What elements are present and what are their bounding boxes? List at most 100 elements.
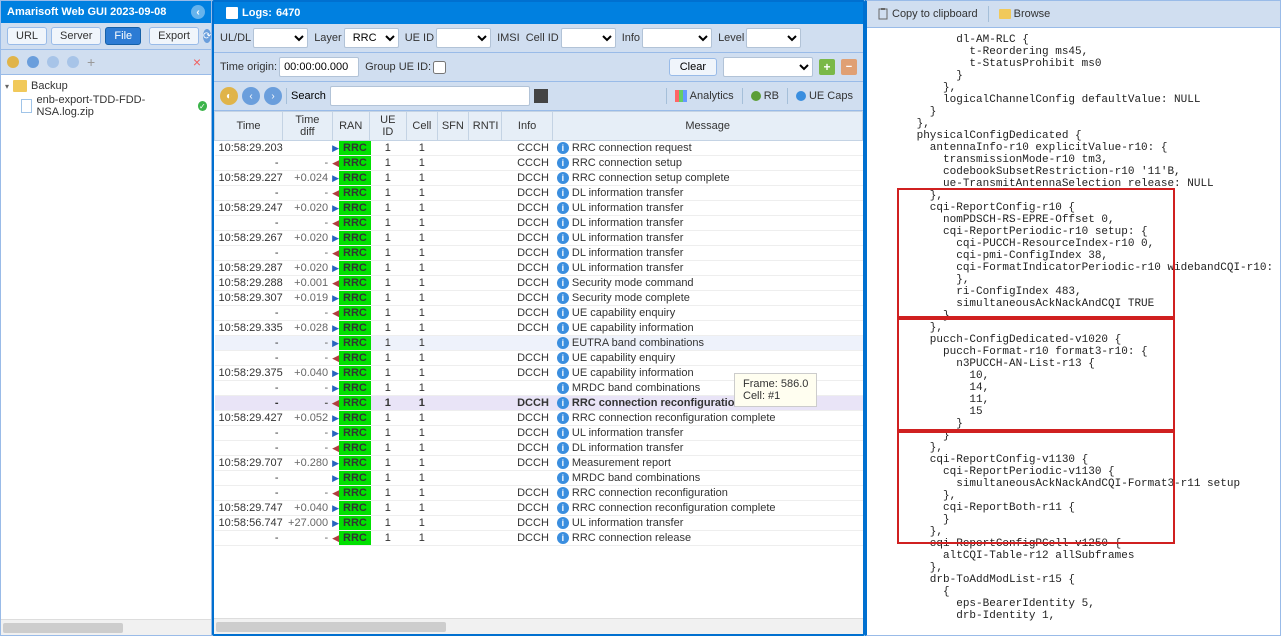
plus-icon[interactable]: + (87, 54, 95, 70)
export-button[interactable]: Export (149, 27, 199, 45)
info-icon[interactable]: i (557, 292, 569, 304)
url-button[interactable]: URL (7, 27, 47, 45)
log-row[interactable]: 10:58:29.203▶RRC11CCCHiRRC connection re… (215, 141, 863, 156)
log-row[interactable]: --◀RRC11CCCHiRRC connection setup (215, 156, 863, 171)
copy-button[interactable]: Copy to clipboard (873, 6, 982, 22)
info-icon[interactable]: i (557, 187, 569, 199)
log-row[interactable]: 10:58:29.335+0.028▶RRC11DCCHiUE capabili… (215, 321, 863, 336)
back-icon[interactable]: ‹ (242, 87, 260, 105)
analytics-button[interactable]: Analytics (671, 88, 738, 104)
log-row[interactable]: --◀RRC11DCCHiUE capability enquiry (215, 351, 863, 366)
filter-level[interactable] (746, 28, 801, 48)
info-icon[interactable]: i (557, 262, 569, 274)
filter-info[interactable] (642, 28, 712, 48)
filter-layer[interactable]: RRC (344, 28, 399, 48)
log-row[interactable]: 10:58:29.288+0.001◀RRC11DCCHiSecurity mo… (215, 276, 863, 291)
column-ue-id[interactable]: UE ID (369, 112, 406, 141)
info-icon[interactable]: i (557, 412, 569, 424)
remove-filter-button[interactable]: − (841, 59, 857, 75)
log-row[interactable]: 10:58:29.427+0.052▶RRC11DCCHiRRC connect… (215, 411, 863, 426)
saved-filter-select[interactable] (723, 57, 813, 77)
column-time-diff[interactable]: Time diff (283, 112, 333, 141)
rb-button[interactable]: RB (747, 88, 783, 104)
info-icon[interactable]: i (557, 352, 569, 364)
add-filter-button[interactable]: + (819, 59, 835, 75)
info-icon[interactable]: i (557, 367, 569, 379)
info-icon[interactable]: i (557, 472, 569, 484)
info-icon[interactable]: i (557, 502, 569, 514)
log-row[interactable]: --◀RRC11DCCHiUE capability enquiry (215, 306, 863, 321)
refresh-icon[interactable]: ⟳ (203, 29, 211, 43)
circle-icon-2[interactable] (47, 56, 59, 68)
info-icon[interactable]: i (557, 232, 569, 244)
info-icon[interactable]: i (557, 337, 569, 349)
left-scrollbar[interactable] (1, 619, 211, 635)
close-icon[interactable]: × (189, 54, 205, 70)
info-icon[interactable]: i (557, 217, 569, 229)
filter-cellid[interactable] (561, 28, 616, 48)
globe-icon[interactable]: ◐ (220, 87, 238, 105)
info-icon[interactable]: i (557, 427, 569, 439)
info-icon[interactable]: i (557, 397, 569, 409)
info-icon[interactable]: i (557, 277, 569, 289)
circle-icon-1[interactable] (27, 56, 39, 68)
tab-logs[interactable]: Logs: 6470 (216, 4, 310, 22)
log-row[interactable]: --▶RRC11iEUTRA band combinations (215, 336, 863, 351)
column-message[interactable]: Message (553, 112, 863, 141)
column-time[interactable]: Time (215, 112, 283, 141)
tree-folder-row[interactable]: ▾ Backup (3, 79, 209, 93)
log-row[interactable]: 10:58:29.267+0.020▶RRC11DCCHiUL informat… (215, 231, 863, 246)
info-icon[interactable]: i (557, 517, 569, 529)
info-icon[interactable]: i (557, 172, 569, 184)
cloud-icon[interactable] (7, 56, 19, 68)
info-icon[interactable]: i (557, 247, 569, 259)
info-icon[interactable]: i (557, 307, 569, 319)
server-button[interactable]: Server (51, 27, 101, 45)
log-row[interactable]: --◀RRC11DCCHiRRC connection reconfigurat… (215, 486, 863, 501)
info-icon[interactable]: i (557, 382, 569, 394)
column-info[interactable]: Info (501, 112, 553, 141)
collapse-left-icon[interactable]: ‹ (191, 5, 205, 19)
time-origin-input[interactable] (279, 57, 359, 77)
info-icon[interactable]: i (557, 442, 569, 454)
log-row[interactable]: 10:58:29.747+0.040▶RRC11DCCHiRRC connect… (215, 501, 863, 516)
info-icon[interactable]: i (557, 142, 569, 154)
log-row[interactable]: 10:58:29.287+0.020▶RRC11DCCHiUL informat… (215, 261, 863, 276)
circle-icon-3[interactable] (67, 56, 79, 68)
filter-ueid[interactable] (436, 28, 491, 48)
uecaps-button[interactable]: UE Caps (792, 88, 857, 104)
forward-icon[interactable]: › (264, 87, 282, 105)
info-icon[interactable]: i (557, 457, 569, 469)
log-grid[interactable]: TimeTime diffRANUE IDCellSFNRNTIInfoMess… (214, 111, 863, 618)
log-row[interactable]: --▶RRC11DCCHiUL information transfer (215, 426, 863, 441)
log-row[interactable]: --◀RRC11DCCHiDL information transfer (215, 441, 863, 456)
details-text[interactable]: dl-AM-RLC { t-Reordering ms45, t-StatusP… (867, 28, 1280, 635)
log-row[interactable]: --◀RRC11DCCHiRRC connection release (215, 531, 863, 546)
log-row[interactable]: 10:58:29.307+0.019▶RRC11DCCHiSecurity mo… (215, 291, 863, 306)
info-icon[interactable]: i (557, 322, 569, 334)
column-ran[interactable]: RAN (332, 112, 369, 141)
log-row[interactable]: 10:58:29.247+0.020▶RRC11DCCHiUL informat… (215, 201, 863, 216)
clear-button[interactable]: Clear (669, 58, 717, 76)
info-icon[interactable]: i (557, 157, 569, 169)
log-row[interactable]: 10:58:29.227+0.024▶RRC11DCCHiRRC connect… (215, 171, 863, 186)
info-icon[interactable]: i (557, 532, 569, 544)
log-row[interactable]: -▶RRC11iMRDC band combinations (215, 471, 863, 486)
search-input[interactable] (330, 86, 530, 106)
log-row[interactable]: --◀RRC11DCCHiDL information transfer (215, 186, 863, 201)
people-icon[interactable] (534, 89, 548, 103)
group-ueid-checkbox[interactable] (433, 61, 446, 74)
column-rnti[interactable]: RNTI (468, 112, 501, 141)
log-row[interactable]: 10:58:56.747+27.000▶RRC11DCCHiUL informa… (215, 516, 863, 531)
column-cell[interactable]: Cell (406, 112, 437, 141)
file-button[interactable]: File (105, 27, 141, 45)
column-sfn[interactable]: SFN (437, 112, 468, 141)
info-icon[interactable]: i (557, 202, 569, 214)
center-scrollbar[interactable] (214, 618, 863, 634)
log-row[interactable]: 10:58:29.707+0.280▶RRC11DCCHiMeasurement… (215, 456, 863, 471)
log-row[interactable]: --◀RRC11DCCHiDL information transfer (215, 216, 863, 231)
browse-button[interactable]: Browse (995, 6, 1055, 22)
tree-file-row[interactable]: enb-export-TDD-FDD-NSA.log.zip ✓ (3, 93, 209, 119)
log-row[interactable]: --◀RRC11DCCHiDL information transfer (215, 246, 863, 261)
filter-uldl[interactable] (253, 28, 308, 48)
